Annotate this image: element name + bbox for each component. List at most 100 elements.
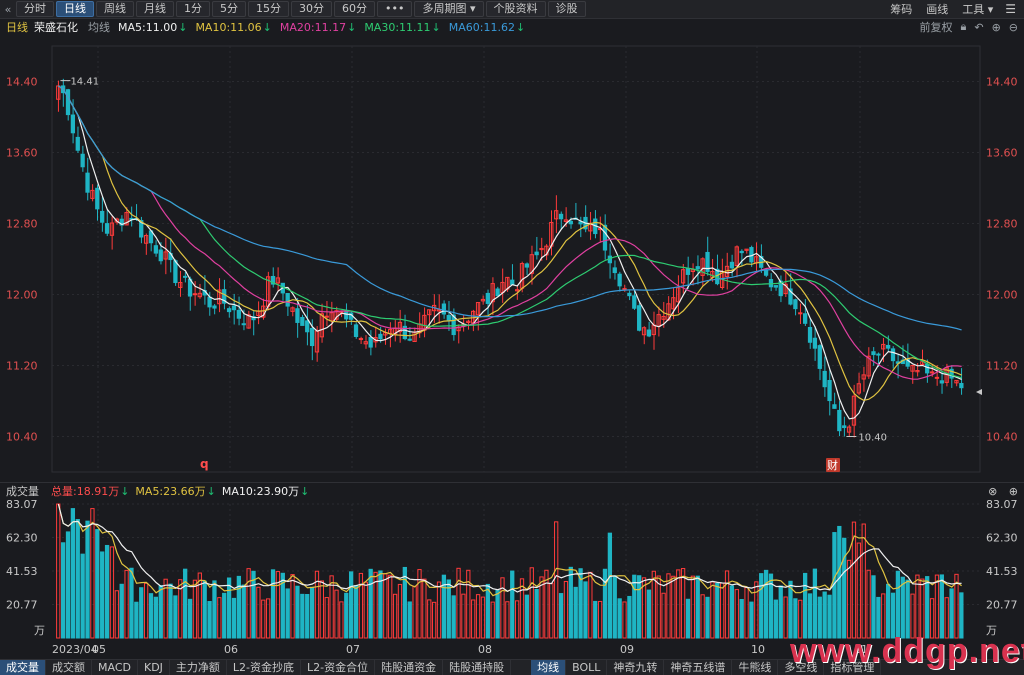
tab-weekly[interactable]: 周线: [96, 1, 134, 17]
indicator-tab-8[interactable]: 陆股通持股: [443, 660, 512, 675]
candle-body: [832, 404, 837, 409]
indicator-tab-9[interactable]: 均线: [531, 660, 567, 675]
indicator-tab-12[interactable]: 神奇五线谱: [664, 660, 733, 675]
candle-body: [739, 250, 744, 254]
candle-body: [192, 293, 198, 296]
volume-bar: [773, 599, 778, 639]
candle-body: [939, 380, 944, 384]
tab-30min[interactable]: 30分: [291, 1, 332, 17]
volume-bar: [427, 599, 432, 639]
undo-icon[interactable]: ↶: [974, 21, 983, 34]
price-tick-right: 11.20: [986, 360, 1018, 373]
candle-body: [446, 315, 451, 321]
double-chevron-left-icon[interactable]: «: [0, 3, 16, 16]
tab-daily[interactable]: 日线: [56, 1, 94, 17]
candlestick-chart[interactable]: 14.40 14.40 13.60 13.60 12.80 12.80 12.00 12.00…: [0, 36, 1024, 482]
ma20-line: [58, 85, 962, 380]
indicator-tab-2[interactable]: MACD: [92, 660, 138, 675]
volume-bar: [656, 575, 661, 639]
volume-bar: [246, 568, 251, 639]
indicator-tab-0[interactable]: 成交量: [0, 660, 46, 675]
indicator-label[interactable]: 均线: [88, 19, 110, 35]
candle: [324, 301, 329, 326]
indicator-tab-3[interactable]: KDJ: [138, 660, 170, 675]
more-periods-button[interactable]: •••: [377, 1, 413, 17]
adjust-mode-label[interactable]: 前复权: [919, 19, 952, 35]
lock-icon[interactable]: 🔒︎: [960, 20, 966, 34]
volume-bar: [305, 593, 310, 639]
volume-bar: [812, 568, 818, 639]
candle: [143, 233, 149, 255]
tools-dropdown[interactable]: 工具 ▾: [962, 1, 993, 17]
volume-bar: [139, 587, 144, 639]
volume-bar: [90, 508, 95, 639]
volume-bar: [353, 585, 359, 639]
price-tick-right: 12.00: [986, 289, 1018, 302]
candle-body: [344, 311, 349, 320]
volume-bar: [100, 551, 105, 639]
tab-15min[interactable]: 15分: [248, 1, 289, 17]
price-tick-right: 13.60: [986, 147, 1018, 160]
candle: [583, 205, 588, 233]
candle: [602, 214, 608, 260]
candle: [300, 314, 305, 326]
volume-bar: [153, 596, 159, 639]
add-icon[interactable]: ⊕: [992, 21, 1001, 34]
volume-bar: [749, 601, 754, 639]
stock-name[interactable]: 荣盛石化: [34, 19, 78, 35]
volume-bar: [920, 578, 925, 639]
toolbar-right: 筹码 画线 工具 ▾ ☰: [876, 1, 1024, 17]
volume-bar: [754, 581, 759, 639]
candle-body: [495, 288, 500, 297]
volume-bar: [212, 580, 217, 639]
event-marker-cai: 财: [827, 458, 838, 472]
candle: [827, 369, 832, 416]
indicator-tab-1[interactable]: 成交额: [46, 660, 92, 675]
indicator-tab-7[interactable]: 陆股通资金: [375, 660, 444, 675]
indicator-tab-11[interactable]: 神奇九转: [607, 660, 665, 675]
indicator-tab-6[interactable]: L2-资金合位: [301, 660, 376, 675]
candle: [812, 326, 818, 361]
date-label: 05: [92, 643, 106, 656]
hamburger-icon[interactable]: ☰: [1005, 2, 1016, 16]
tab-60min[interactable]: 60分: [334, 1, 375, 17]
volume-bar: [124, 569, 129, 639]
close-circle-icon[interactable]: ⊗: [988, 485, 997, 498]
candle-body: [231, 305, 237, 311]
price-tick-right: 10.40: [986, 431, 1018, 444]
indicator-tab-5[interactable]: L2-资金抄底: [227, 660, 302, 675]
candle-body: [627, 292, 632, 297]
candle-body: [885, 344, 891, 349]
candle-body: [871, 351, 876, 356]
candle-body: [158, 249, 163, 262]
chips-button[interactable]: 筹码: [890, 1, 912, 17]
remove-icon[interactable]: ⊖: [1009, 21, 1018, 34]
candle-body: [793, 299, 798, 310]
volume-bar: [480, 596, 486, 639]
add-icon[interactable]: ⊕: [1009, 485, 1018, 498]
tab-monthly[interactable]: 月线: [136, 1, 174, 17]
tab-fenshi[interactable]: 分时: [16, 1, 54, 17]
tab-1min[interactable]: 1分: [176, 1, 210, 17]
candle: [910, 364, 915, 384]
candle: [402, 314, 407, 341]
indicator-tab-13[interactable]: 牛熊线: [732, 660, 779, 675]
indicator-tab-4[interactable]: 主力净额: [170, 660, 227, 675]
volume-legend-bar: 成交量 总量:18.91万 ↓ MA5:23.66万 ↓ MA10:23.90万 ↓ …: [0, 482, 1024, 499]
candle: [236, 296, 242, 326]
candle: [627, 290, 632, 301]
tab-5min[interactable]: 5分: [212, 1, 246, 17]
candle: [588, 211, 593, 240]
volume-bar: [549, 582, 554, 639]
draw-line-button[interactable]: 画线: [926, 1, 948, 17]
stock-profile-button[interactable]: 个股资料: [485, 1, 546, 17]
price-tick-right: 14.40: [986, 76, 1018, 89]
indicator-tab-10[interactable]: BOLL: [566, 660, 608, 675]
volume-bar: [519, 578, 525, 639]
volume-bar: [602, 568, 608, 639]
multi-period-dropdown[interactable]: 多周期图 ▾: [414, 1, 484, 17]
volume-bar: [109, 546, 115, 639]
candle: [554, 195, 559, 234]
diagnose-button[interactable]: 诊股: [547, 1, 586, 17]
candle-body: [534, 251, 539, 256]
